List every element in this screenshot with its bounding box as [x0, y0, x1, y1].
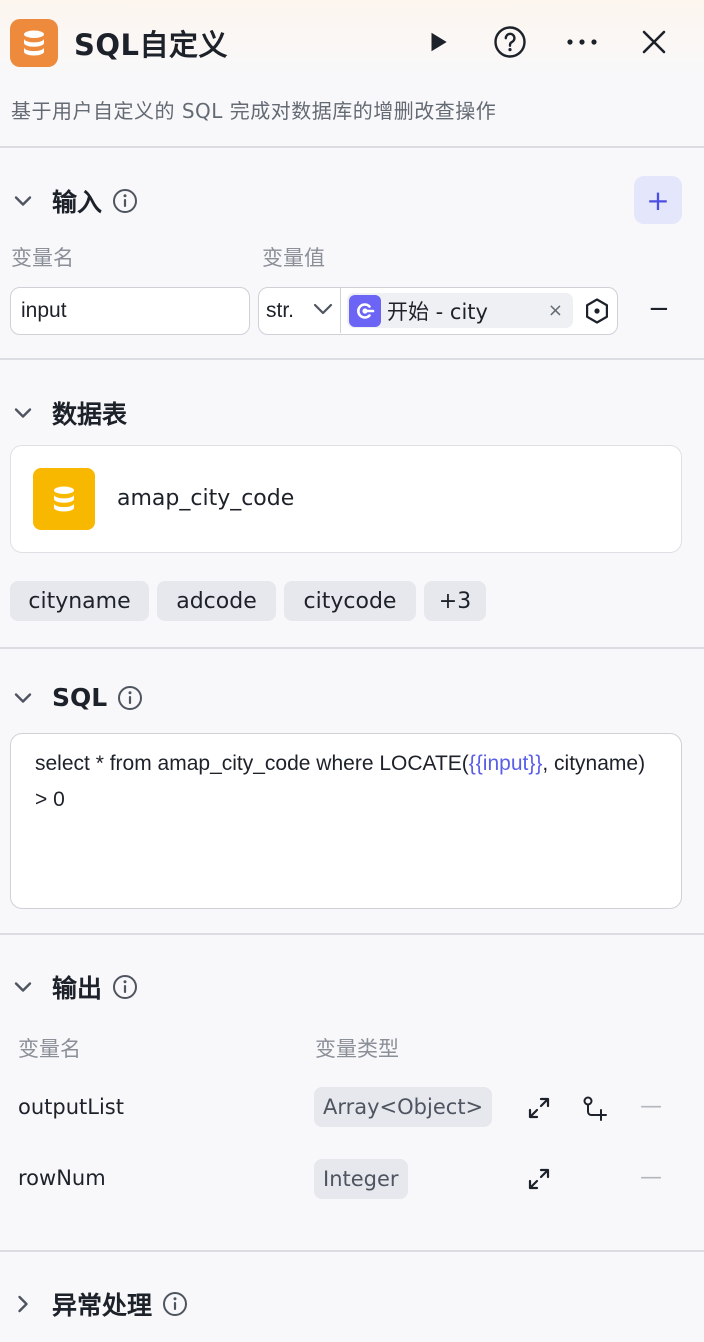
variable-picker-icon[interactable] [583, 297, 611, 329]
divider [0, 647, 704, 649]
chevron-down-icon [312, 300, 334, 324]
play-icon [431, 32, 447, 52]
sql-section-toggle[interactable]: SQL [10, 683, 143, 712]
sql-editor[interactable]: select * from amap_city_code where LOCAT… [10, 733, 682, 909]
close-button[interactable] [636, 24, 672, 60]
sql-node-panel: SQL自定义 基于用户自定义的 SQL 完成对数据库的增删改查操作 输入 + 变… [0, 0, 704, 1342]
info-icon[interactable] [117, 685, 143, 711]
chevron-down-icon [10, 685, 36, 711]
column-label-var-name: 变量名 [11, 246, 74, 270]
more-button[interactable] [564, 24, 600, 60]
variable-value-field: str. 开始 - city × [258, 287, 618, 335]
type-select-value: str. [266, 298, 295, 322]
column-label-var-name: 变量名 [18, 1037, 81, 1061]
sql-text: select * from amap_city_code where LOCAT… [35, 752, 469, 775]
remove-output-button[interactable]: — [640, 1165, 662, 1190]
chevron-down-icon [10, 188, 36, 214]
selected-table-card[interactable]: amap_city_code [10, 445, 682, 553]
close-icon [642, 30, 666, 54]
more-columns-chip[interactable]: +3 [424, 581, 486, 621]
section-title: 输出 [52, 974, 103, 1003]
start-node-icon [349, 294, 381, 327]
output-section-toggle[interactable]: 输出 [10, 969, 138, 1005]
output-var-type[interactable]: Integer [314, 1159, 408, 1199]
help-button[interactable] [492, 24, 528, 60]
output-var-name: rowNum [18, 1166, 106, 1190]
column-chip: citycode [284, 581, 416, 621]
remove-input-button[interactable]: − [648, 296, 670, 322]
input-section-toggle[interactable]: 输入 [10, 183, 138, 219]
close-icon[interactable]: × [548, 300, 563, 321]
info-icon[interactable] [162, 1291, 188, 1317]
table-name: amap_city_code [117, 486, 295, 511]
database-icon [33, 468, 95, 530]
divider [0, 1250, 704, 1252]
variable-name-input[interactable]: input [10, 287, 250, 335]
add-input-button[interactable]: + [634, 176, 682, 224]
section-title: SQL [52, 683, 108, 712]
error-section-toggle[interactable]: 异常处理 [10, 1286, 188, 1322]
output-var-name: outputList [18, 1095, 124, 1119]
output-var-type[interactable]: Array<Object> [314, 1087, 493, 1127]
divider [0, 933, 704, 935]
more-icon [567, 39, 597, 45]
expand-icon[interactable] [525, 1094, 553, 1122]
database-icon [10, 19, 58, 67]
column-chip: adcode [157, 581, 276, 621]
divider [0, 146, 704, 148]
column-chip: cityname [10, 581, 149, 621]
page-title: SQL自定义 [74, 28, 229, 62]
column-label-var-type: 变量类型 [315, 1037, 399, 1061]
section-title: 输入 [52, 188, 103, 217]
run-button[interactable] [420, 24, 456, 60]
remove-output-button[interactable]: — [640, 1094, 662, 1119]
help-icon [494, 26, 526, 58]
variable-reference-tag[interactable]: 开始 - city × [347, 293, 573, 328]
panel-header: SQL自定义 [0, 0, 704, 84]
info-icon[interactable] [112, 974, 138, 1000]
section-title: 数据表 [52, 400, 128, 429]
chevron-down-icon [10, 974, 36, 1000]
panel-description: 基于用户自定义的 SQL 完成对数据库的增删改查操作 [11, 99, 497, 123]
expand-icon[interactable] [525, 1165, 553, 1193]
chevron-down-icon [10, 400, 36, 426]
chevron-right-icon [10, 1291, 36, 1317]
info-icon[interactable] [112, 188, 138, 214]
table-section-toggle[interactable]: 数据表 [10, 395, 127, 431]
divider [0, 358, 704, 360]
sql-variable: {{input}} [468, 752, 543, 775]
column-label-var-value: 变量值 [262, 246, 325, 270]
type-select[interactable]: str. [259, 288, 341, 333]
add-child-field-icon[interactable] [580, 1094, 608, 1122]
section-title: 异常处理 [52, 1291, 153, 1320]
reference-label: 开始 - city [387, 299, 488, 324]
